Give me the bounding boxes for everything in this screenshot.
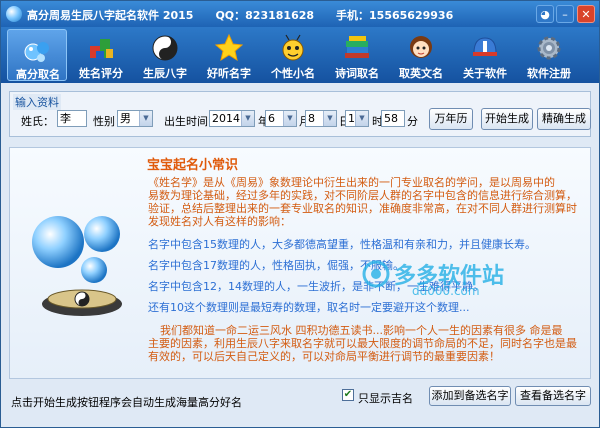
girl-avatar-icon <box>410 36 432 58</box>
toolbar-register[interactable]: 软件注册 <box>519 29 579 81</box>
decorative-orbs-taiji-icon <box>32 216 122 316</box>
surname-label: 姓氏： <box>21 115 54 128</box>
toolbar-label: 姓名评分 <box>79 67 123 80</box>
gender-label: 性别 <box>93 115 115 128</box>
precise-generate-button[interactable]: 精确生成 <box>537 108 591 130</box>
chevron-down-icon[interactable]: ▼ <box>283 111 296 126</box>
add-to-favorites-button[interactable]: 添加到备选名字 <box>429 386 511 406</box>
status-hint: 点击开始生成按钮程序会自动生成海量高分好名 <box>11 396 242 409</box>
toolbar-bazi[interactable]: 生辰八字 <box>135 29 195 81</box>
watermark-logo-icon <box>362 260 390 288</box>
toolbar-nice-names[interactable]: 好听名字 <box>199 29 259 81</box>
closing-line: 主要的因素，利用生辰八字来取名字就可以最大限度的调节命局的不足，同时名字也是最 <box>148 337 577 350</box>
gear-icon <box>537 36 561 60</box>
surname-input[interactable]: 李 <box>57 110 87 127</box>
star-icon <box>214 33 244 62</box>
main-toolbar: 高分取名 姓名评分 生辰八字 好听名字 个性小名 诗词取名 取英文名 关于软件 … <box>1 27 599 83</box>
intro-line: 验证，总结后整理出来的一套专业取名的知识，准确度非常高，在对不同人群进行测算时 <box>148 202 577 215</box>
intro-line: 发现姓名对人有这样的影响： <box>148 215 291 228</box>
fact-line: 名字中包含15数理的人，大多都德高望重，性格温和有亲和力，并且健康长寿。 <box>148 238 536 251</box>
toolbar-label: 诗词取名 <box>335 67 379 80</box>
chevron-down-icon[interactable]: ▼ <box>241 111 254 126</box>
close-icon[interactable]: ✕ <box>577 5 595 23</box>
water-droplet-icon <box>24 42 49 62</box>
toolbar-nicknames[interactable]: 个性小名 <box>263 29 323 81</box>
closing-line: 我们都知道一命二运三风水 四积功德五读书...影响一个人一生的因素有很多 命是最 <box>160 324 563 337</box>
toolbar-label: 关于软件 <box>463 67 507 80</box>
toolbar-about[interactable]: 关于软件 <box>455 29 515 81</box>
toolbar-label: 好听名字 <box>207 67 251 80</box>
cubes-icon <box>90 39 113 59</box>
app-window: 高分周易生辰八字起名软件 2015 QQ：823181628 手机：155656… <box>0 0 600 428</box>
window-title: 高分周易生辰八字起名软件 2015 QQ：823181628 手机：155656… <box>27 9 454 22</box>
helmet-icon <box>473 37 497 56</box>
only-auspicious-checkbox[interactable]: ✔ <box>342 389 354 401</box>
birth-time-label: 出生时间 <box>164 115 208 128</box>
title-bar: 高分周易生辰八字起名软件 2015 QQ：823181628 手机：155656… <box>1 1 599 27</box>
watermark-url: dd000.com <box>412 284 480 298</box>
books-icon <box>345 36 369 58</box>
fact-line: 还有10这个数理则是最短寿的数理，取名时一定要避开这个数理... <box>148 301 470 314</box>
calendar-button[interactable]: 万年历 <box>429 108 473 130</box>
view-favorites-button[interactable]: 查看备选名字 <box>515 386 591 406</box>
closing-line: 有效的，可以后天自己定义的，可以对命局平衡进行调节的最重要因素！ <box>148 350 500 363</box>
chevron-down-icon[interactable]: ▼ <box>139 111 152 126</box>
app-logo-icon <box>6 6 22 22</box>
toolbar-high-score-naming[interactable]: 高分取名 <box>7 29 67 81</box>
toolbar-english-names[interactable]: 取英文名 <box>391 29 451 81</box>
start-generate-button[interactable]: 开始生成 <box>481 108 533 130</box>
toolbar-poetry-names[interactable]: 诗词取名 <box>327 29 387 81</box>
content-heading: 宝宝起名小常识 <box>147 158 239 173</box>
cartoon-bee-icon <box>282 34 304 61</box>
minute-input[interactable]: 58 <box>381 110 405 127</box>
minimize-icon[interactable]: – <box>556 5 574 23</box>
toolbar-label: 软件注册 <box>527 67 571 80</box>
intro-line: 《姓名学》是从《周易》象数理论中衍生出来的一门专业取名的学问，是以周易中的 <box>148 176 555 189</box>
input-panel-legend: 输入资料 <box>13 94 61 110</box>
intro-line: 易数为理论基础，经过多年的实践，对不同阶层人群的名字中包含的信息进行综合测算， <box>148 189 577 202</box>
toolbar-label: 取英文名 <box>399 67 443 80</box>
minute-unit-label: 分 <box>407 115 418 128</box>
toolbar-label: 高分取名 <box>16 68 60 81</box>
chevron-down-icon[interactable]: ▼ <box>355 111 368 126</box>
content-panel: 宝宝起名小常识 《姓名学》是从《周易》象数理论中衍生出来的一门专业取名的学问，是… <box>9 147 591 379</box>
taiji-icon <box>152 35 178 61</box>
toolbar-label: 生辰八字 <box>143 67 187 80</box>
toolbar-name-score[interactable]: 姓名评分 <box>71 29 131 81</box>
chevron-down-icon[interactable]: ▼ <box>323 111 336 126</box>
toolbar-label: 个性小名 <box>271 67 315 80</box>
skin-icon[interactable]: ◕ <box>536 5 554 23</box>
only-auspicious-label: 只显示吉名 <box>358 392 413 405</box>
